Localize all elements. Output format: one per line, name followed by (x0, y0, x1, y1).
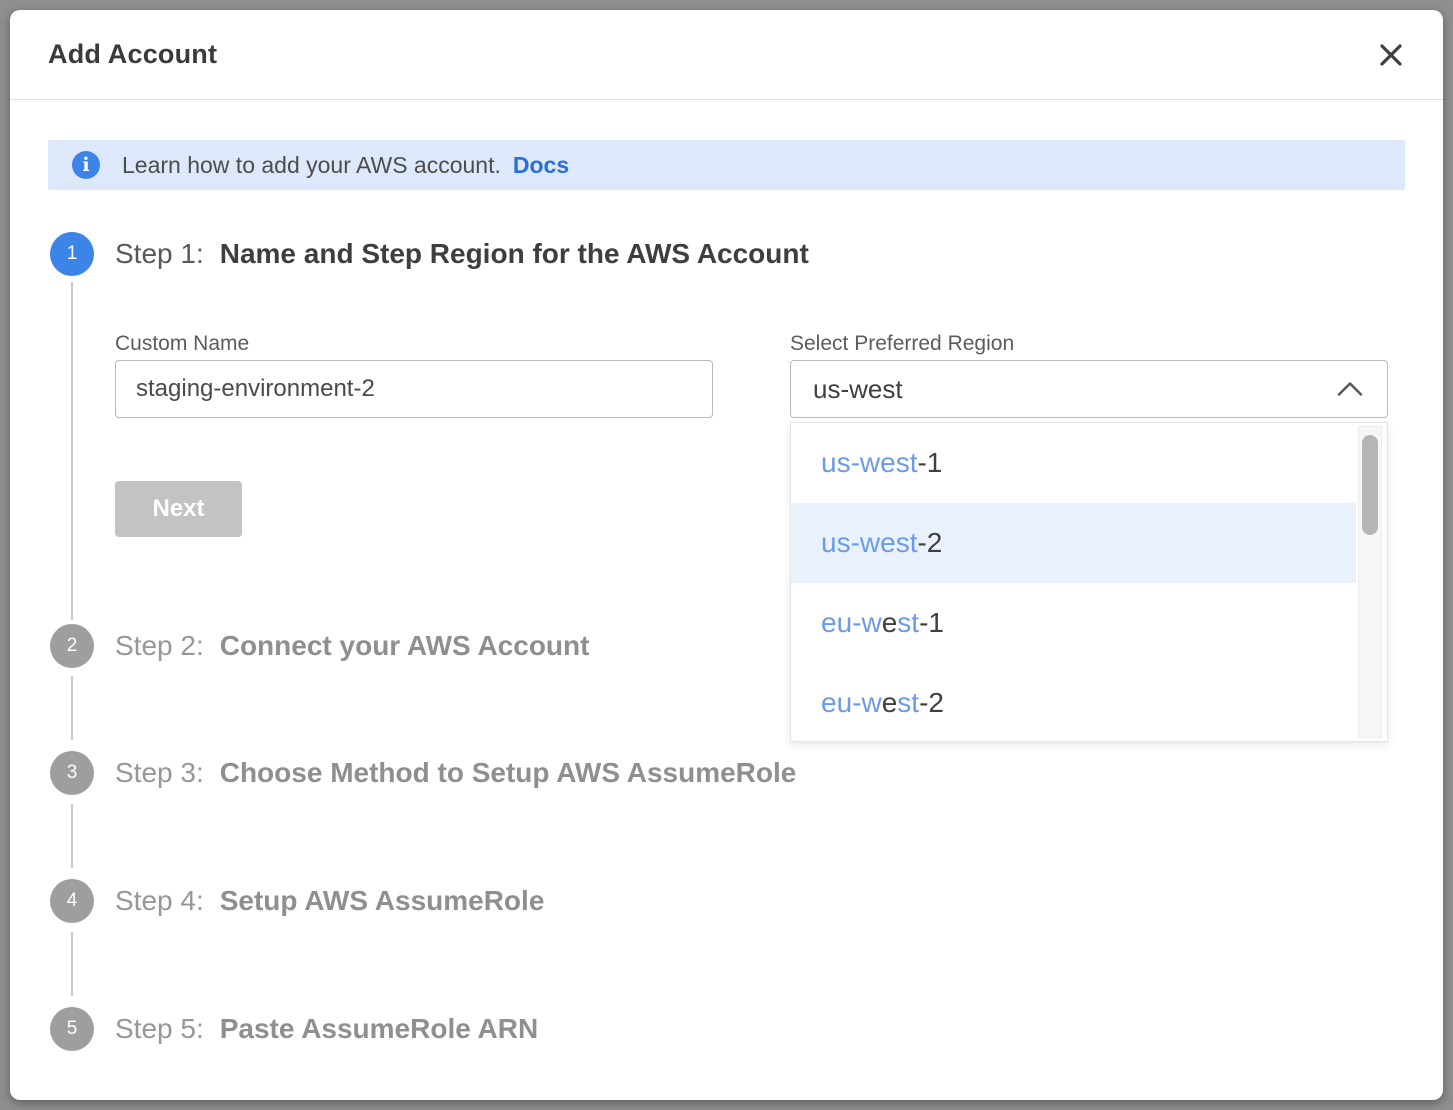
close-icon (1378, 42, 1404, 68)
step-1-title: Name and Step Region for the AWS Account (220, 238, 809, 269)
step-2-indicator: 2 (50, 624, 94, 668)
docs-link[interactable]: Docs (513, 152, 569, 179)
step-1-heading: Step 1: Name and Step Region for the AWS … (115, 238, 809, 270)
option-rest-text: -1 (919, 607, 944, 638)
region-label: Select Preferred Region (790, 332, 1014, 356)
option-rest-text: -2 (917, 527, 942, 558)
region-dropdown: us-west-1 us-west-2 eu-west-1 eu-west-2 (790, 422, 1388, 742)
step-3-prefix: Step 3: (115, 757, 204, 788)
custom-name-label: Custom Name (115, 332, 249, 356)
custom-name-input[interactable] (115, 360, 713, 418)
step-2-heading: Step 2: Connect your AWS Account (115, 630, 589, 662)
step-5-title: Paste AssumeRole ARN (220, 1013, 538, 1044)
option-rest-text: -1 (917, 447, 942, 478)
step-4-title: Setup AWS AssumeRole (220, 885, 545, 916)
option-rest-text: e (882, 607, 898, 638)
step-1-indicator: 1 (50, 232, 94, 276)
option-match-text: st (897, 687, 919, 718)
next-button[interactable]: Next (115, 481, 242, 537)
banner-text: Learn how to add your AWS account. (122, 152, 501, 179)
add-account-modal: Add Account i Learn how to add your AWS … (10, 10, 1443, 1100)
step-3-row: 3 Step 3: Choose Method to Setup AWS Assu… (50, 751, 796, 795)
step-connector-3-4 (71, 804, 73, 868)
option-match-text: eu-w (821, 607, 882, 638)
region-option-eu-west-1[interactable]: eu-west-1 (791, 583, 1356, 663)
option-match-text: us-west (821, 527, 917, 558)
info-banner: i Learn how to add your AWS account. Doc… (48, 140, 1405, 190)
step-2-title: Connect your AWS Account (220, 630, 590, 661)
step-5-row: 5 Step 5: Paste AssumeRole ARN (50, 1007, 538, 1051)
step-connector-2-3 (71, 676, 73, 740)
modal-header: Add Account (10, 10, 1443, 100)
step-4-prefix: Step 4: (115, 885, 204, 916)
step-3-indicator: 3 (50, 751, 94, 795)
option-rest-text: -2 (919, 687, 944, 718)
step-4-row: 4 Step 4: Setup AWS AssumeRole (50, 879, 544, 923)
chevron-up-icon[interactable] (1337, 382, 1363, 397)
region-input[interactable] (791, 361, 1387, 417)
step-5-heading: Step 5: Paste AssumeRole ARN (115, 1013, 538, 1045)
step-connector-4-5 (71, 932, 73, 996)
dropdown-scrollbar[interactable] (1358, 426, 1382, 738)
step-3-title: Choose Method to Setup AWS AssumeRole (220, 757, 797, 788)
region-option-eu-west-2[interactable]: eu-west-2 (791, 663, 1356, 743)
modal-title: Add Account (48, 39, 217, 70)
step-5-indicator: 5 (50, 1007, 94, 1051)
option-rest-text: e (882, 687, 898, 718)
step-1-row: 1 Step 1: Name and Step Region for the AW… (50, 232, 809, 276)
option-match-text: st (897, 607, 919, 638)
modal-backdrop: Add Account i Learn how to add your AWS … (0, 0, 1453, 1110)
step-3-heading: Step 3: Choose Method to Setup AWS Assume… (115, 757, 796, 789)
step-5-prefix: Step 5: (115, 1013, 204, 1044)
option-match-text: us-west (821, 447, 917, 478)
region-combobox[interactable] (790, 360, 1388, 418)
step-1-prefix: Step 1: (115, 238, 204, 269)
step-4-heading: Step 4: Setup AWS AssumeRole (115, 885, 544, 917)
option-match-text: eu-w (821, 687, 882, 718)
step-2-prefix: Step 2: (115, 630, 204, 661)
step-connector-1-2 (71, 282, 73, 620)
step-4-indicator: 4 (50, 879, 94, 923)
region-option-us-west-1[interactable]: us-west-1 (791, 423, 1356, 503)
step-2-row: 2 Step 2: Connect your AWS Account (50, 624, 589, 668)
dropdown-scrollbar-thumb[interactable] (1362, 435, 1378, 535)
region-option-us-west-2[interactable]: us-west-2 (791, 503, 1356, 583)
info-icon: i (72, 151, 100, 179)
close-button[interactable] (1373, 37, 1409, 73)
